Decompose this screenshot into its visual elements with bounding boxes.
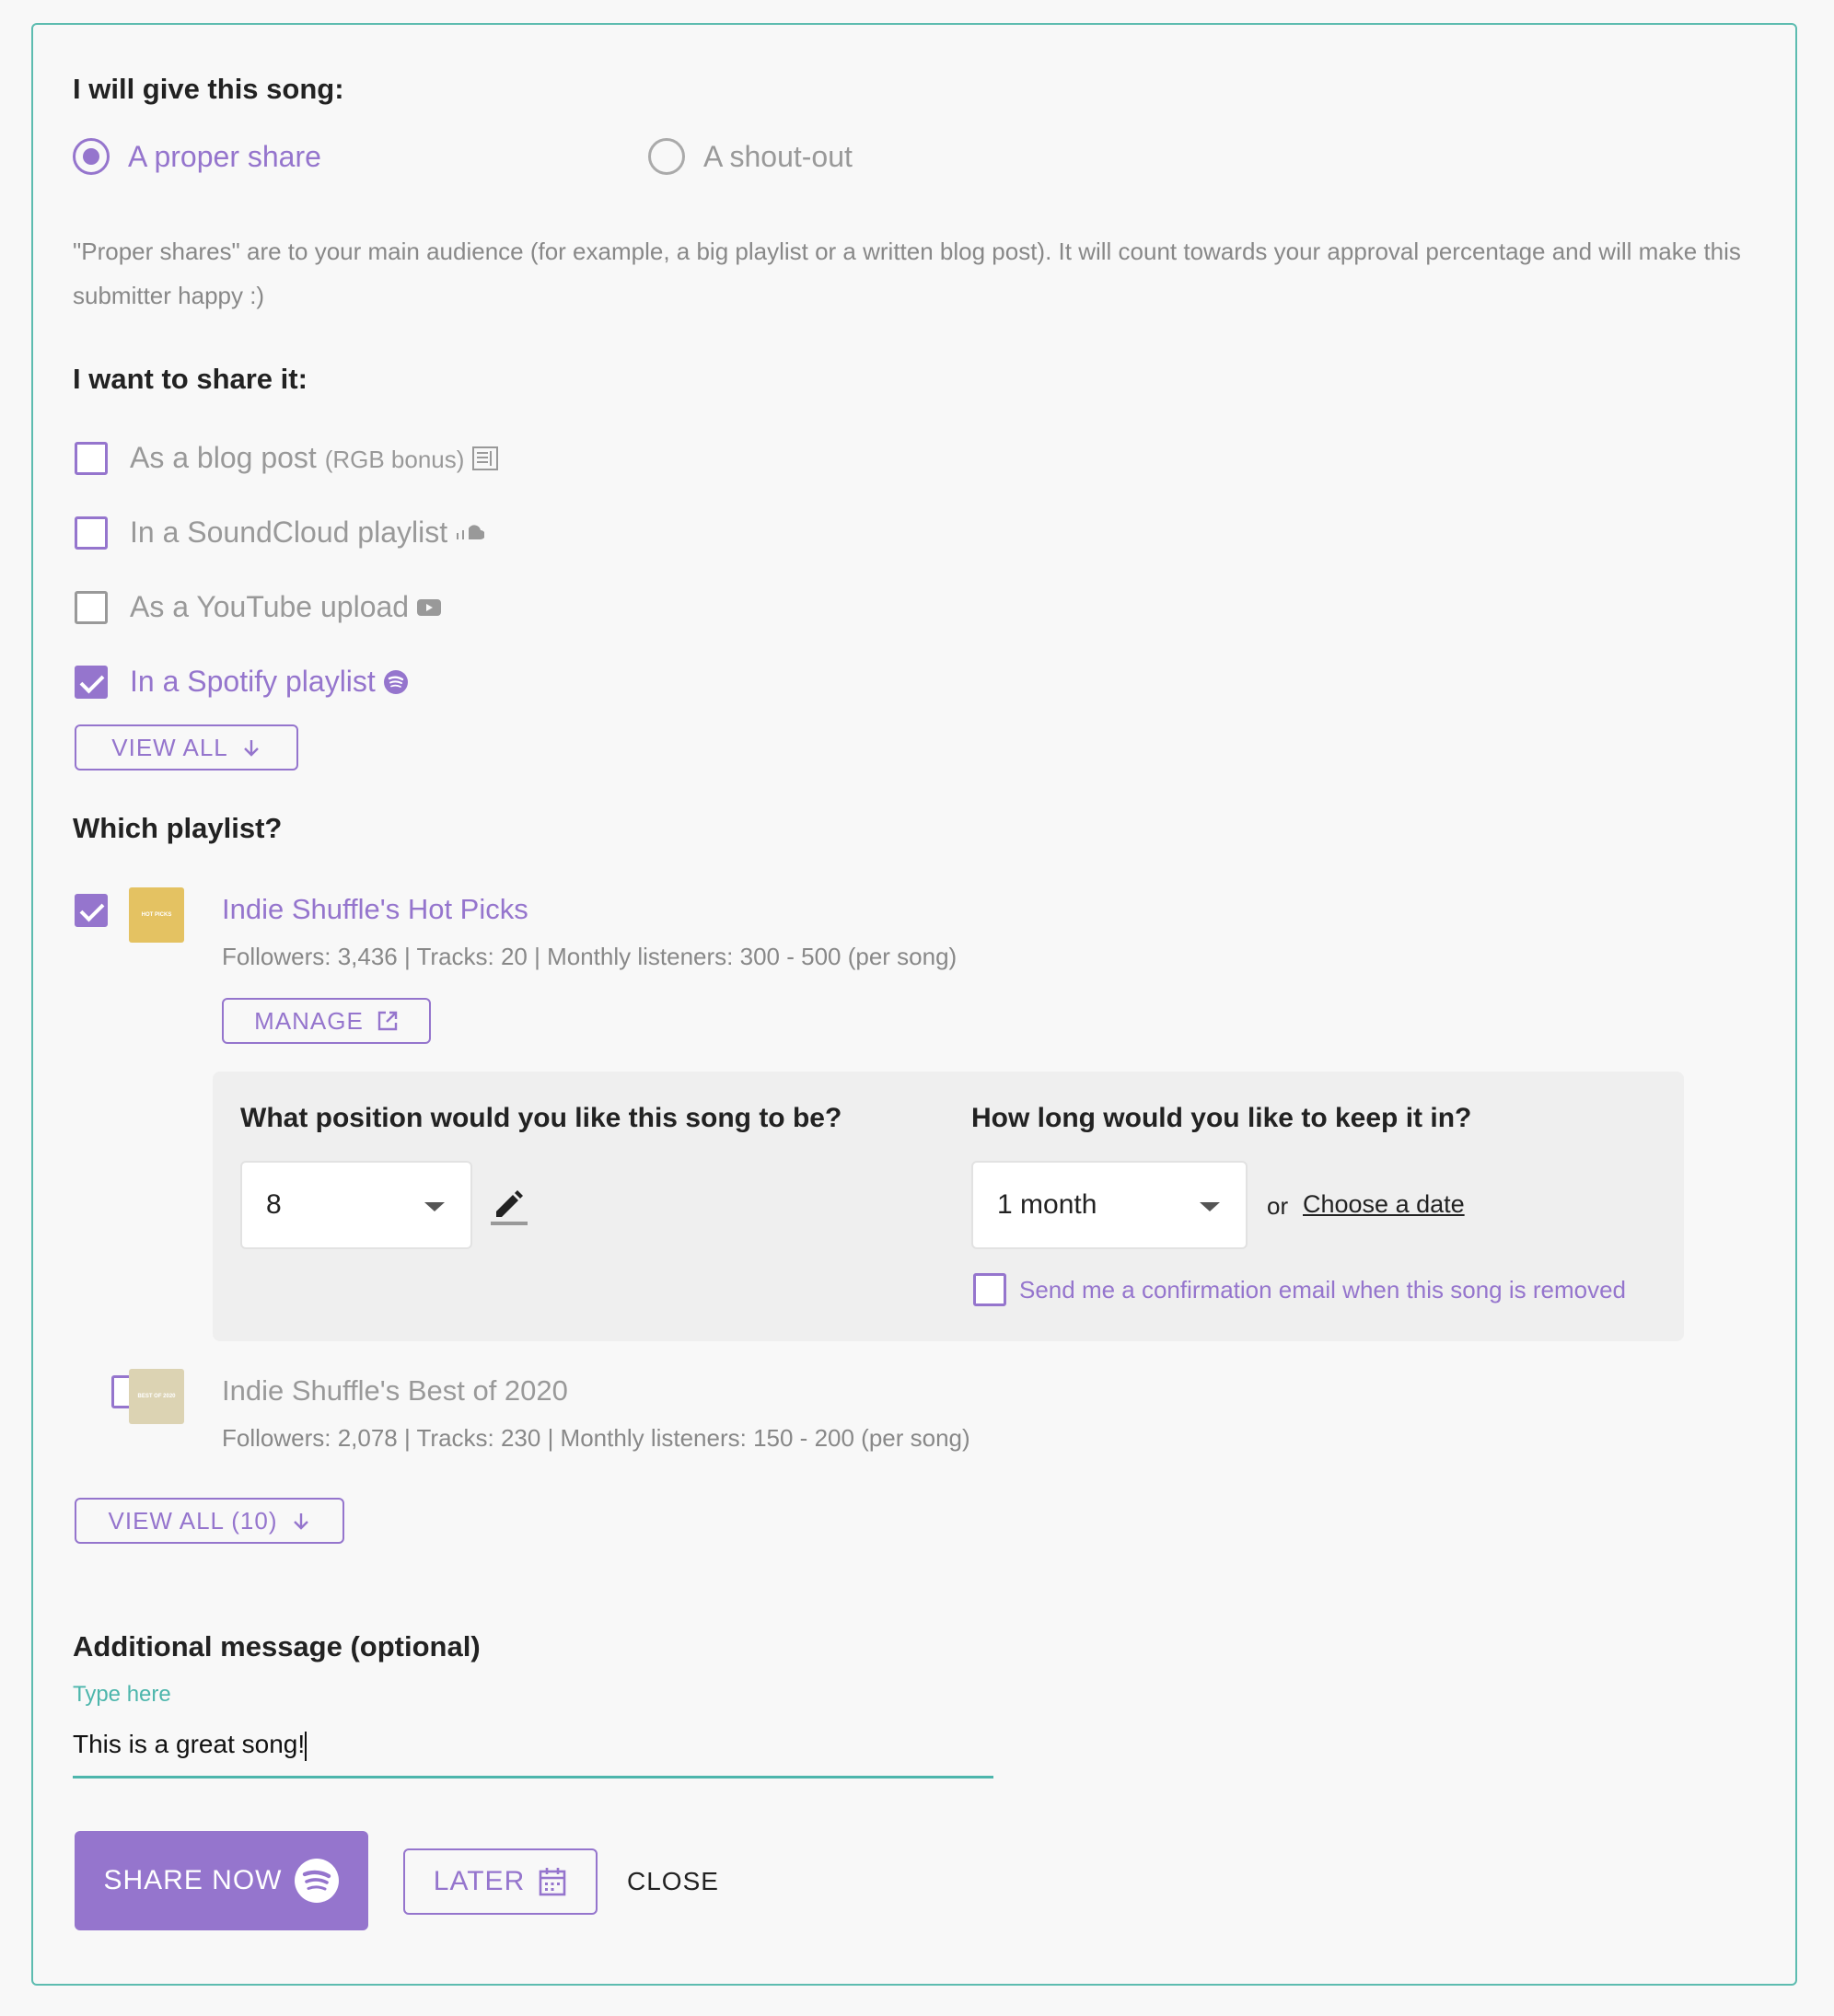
- chevron-down-icon: [1200, 1202, 1220, 1211]
- option-spotify-label: In a Spotify playlist: [130, 665, 376, 698]
- confirm-email-label: Send me a confirmation email when this s…: [1019, 1275, 1626, 1303]
- playlist-best-of-2020-thumbnail: BEST OF 2020: [129, 1369, 184, 1424]
- view-all-playlists-label: VIEW ALL (10): [108, 1506, 278, 1535]
- message-underline: [73, 1776, 993, 1778]
- playlist-hot-picks-checkbox[interactable]: [75, 894, 108, 927]
- position-question: What position would you like this song t…: [240, 1103, 842, 1133]
- soundcloud-icon: [457, 524, 485, 539]
- pencil-icon[interactable]: [489, 1186, 529, 1226]
- close-button[interactable]: CLOSE: [627, 1867, 719, 1896]
- option-youtube[interactable]: As a YouTube upload: [75, 590, 442, 624]
- playlist-hot-picks-meta: Followers: 3,436 | Tracks: 20 | Monthly …: [222, 943, 958, 970]
- or-text: or: [1267, 1192, 1289, 1220]
- share-now-button[interactable]: SHARE NOW: [75, 1831, 368, 1930]
- text-cursor: [305, 1731, 308, 1761]
- newspaper-icon: [472, 446, 499, 470]
- spotify-icon: [294, 1859, 339, 1903]
- calendar-icon: [539, 1868, 566, 1896]
- playlist-hot-picks-thumb-text: HOT PICKS: [141, 911, 172, 918]
- radio-shout-out-indicator[interactable]: [648, 138, 685, 175]
- message-heading: Additional message (optional): [73, 1630, 481, 1663]
- spotify-icon: [383, 669, 408, 694]
- option-spotify-checkbox[interactable]: [75, 665, 108, 699]
- playlist-best-of-2020-title[interactable]: Indie Shuffle's Best of 2020: [222, 1374, 568, 1408]
- share-heading: I want to share it:: [73, 363, 308, 395]
- later-button[interactable]: LATER: [403, 1848, 598, 1915]
- chevron-down-icon: [424, 1202, 445, 1211]
- duration-select-value: 1 month: [997, 1189, 1097, 1220]
- choose-date-link[interactable]: Choose a date: [1303, 1190, 1465, 1219]
- youtube-icon: [417, 598, 442, 616]
- radio-proper-share-label: A proper share: [128, 139, 321, 173]
- playlist-hot-picks-title[interactable]: Indie Shuffle's Hot Picks: [222, 893, 528, 926]
- playlist-best-of-2020-thumb-text: BEST OF 2020: [137, 1393, 176, 1399]
- option-soundcloud[interactable]: In a SoundCloud playlist: [75, 516, 485, 550]
- arrow-down-icon: [293, 1513, 308, 1530]
- duration-question: How long would you like to keep it in?: [971, 1103, 1472, 1133]
- option-blog-post-label: As a blog post (RGB bonus): [130, 441, 465, 474]
- arrow-down-icon: [243, 740, 259, 757]
- duration-select[interactable]: 1 month: [971, 1161, 1248, 1249]
- option-soundcloud-checkbox[interactable]: [75, 516, 108, 550]
- message-field-label: Type here: [73, 1682, 171, 1707]
- message-input-value: This is a great song!: [73, 1730, 306, 1758]
- position-select-value: 8: [266, 1189, 282, 1220]
- option-soundcloud-label: In a SoundCloud playlist: [130, 516, 448, 549]
- proper-share-description: "Proper shares" are to your main audienc…: [73, 238, 1741, 309]
- confirm-email-option[interactable]: Send me a confirmation email when this s…: [973, 1273, 1626, 1306]
- radio-proper-share[interactable]: A proper share: [73, 138, 321, 175]
- playlist-heading: Which playlist?: [73, 812, 283, 844]
- later-label: LATER: [433, 1866, 526, 1896]
- view-all-share-options-button[interactable]: VIEW ALL: [75, 724, 298, 770]
- option-blog-post-checkbox[interactable]: [75, 441, 108, 475]
- playlist-hot-picks-thumbnail: HOT PICKS: [129, 887, 184, 943]
- confirm-email-checkbox[interactable]: [973, 1273, 1006, 1306]
- option-youtube-checkbox[interactable]: [75, 590, 108, 624]
- position-select[interactable]: 8: [240, 1161, 472, 1249]
- share-now-label: SHARE NOW: [103, 1865, 283, 1895]
- radio-proper-share-indicator[interactable]: [73, 138, 110, 175]
- share-dialog: I will give this song: A proper share A …: [31, 23, 1797, 1986]
- manage-playlist-button[interactable]: MANAGE: [222, 998, 431, 1044]
- view-all-playlists-button[interactable]: VIEW ALL (10): [75, 1498, 344, 1544]
- option-youtube-label: As a YouTube upload: [130, 590, 410, 623]
- playlist-settings-panel: What position would you like this song t…: [213, 1072, 1684, 1341]
- radio-shout-out-label: A shout-out: [703, 139, 853, 173]
- external-link-icon: [377, 1011, 398, 1031]
- message-input[interactable]: This is a great song!: [73, 1730, 993, 1770]
- playlist-best-of-2020-meta: Followers: 2,078 | Tracks: 230 | Monthly…: [222, 1424, 970, 1452]
- manage-playlist-label: MANAGE: [254, 1006, 364, 1035]
- option-blog-post[interactable]: As a blog post (RGB bonus): [75, 441, 499, 475]
- radio-shout-out[interactable]: A shout-out: [648, 138, 853, 175]
- option-spotify[interactable]: In a Spotify playlist: [75, 665, 409, 699]
- give-heading: I will give this song:: [73, 73, 344, 105]
- view-all-share-options-label: VIEW ALL: [111, 733, 228, 761]
